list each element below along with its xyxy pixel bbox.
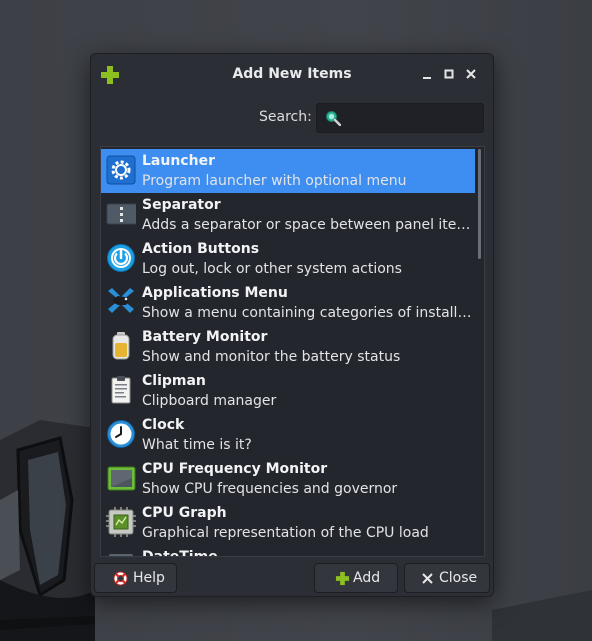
item-name: Action Buttons [142,241,260,257]
minimize-button[interactable] [420,67,434,81]
maximize-icon [444,69,454,79]
list-item-cpu-frequency-monitor[interactable]: CPU Frequency Monitor Show CPU frequenci… [101,457,475,501]
item-description: Program launcher with optional menu [142,173,407,189]
add-new-items-dialog: Add New Items Search: Launcher Program l… [90,53,494,597]
list-item-clock[interactable]: Clock What time is it? [101,413,475,457]
close-button-label: Close [439,570,478,586]
title-bar: Add New Items [91,54,493,94]
list-item-clipman[interactable]: Clipman Clipboard manager [101,369,475,413]
launcher-gear-icon [106,155,136,185]
item-name: Launcher [142,153,215,169]
item-name: Separator [142,197,221,213]
item-description: Adds a separator or space between panel … [142,217,472,233]
help-button-label: Help [133,570,165,586]
battery-icon [112,332,130,360]
separator-icon [106,203,136,225]
search-icon [326,111,341,126]
add-plus-icon [335,571,350,586]
list-item-applications-menu[interactable]: Applications Menu Show a menu containing… [101,281,475,325]
close-icon [466,69,476,79]
close-window-button[interactable] [464,67,478,81]
list-scrollbar[interactable] [478,149,481,259]
item-description: Show a menu containing categories of ins… [142,305,472,321]
cpu-frequency-icon [107,466,136,491]
item-description: Show CPU frequencies and governor [142,481,398,497]
item-description: What time is it? [142,437,252,453]
clock-icon [107,420,135,448]
list-item-cpu-graph[interactable]: CPU Graph Graphical representation of th… [101,501,475,545]
add-button[interactable]: Add [314,563,398,593]
add-button-label: Add [353,570,381,586]
search-input[interactable] [347,107,481,129]
item-description: Log out, lock or other system actions [142,261,402,277]
search-label: Search: [259,109,312,125]
datetime-icon [109,554,133,556]
applications-menu-icon [108,288,134,313]
list-item-launcher[interactable]: Launcher Program launcher with optional … [101,149,475,193]
item-name: Applications Menu [142,285,288,301]
item-name: Clock [142,417,185,433]
maximize-button[interactable] [442,67,456,81]
list-item-datetime[interactable]: DateTime [101,545,475,557]
item-description: Graphical representation of the CPU load [142,525,429,541]
power-icon [107,244,135,272]
help-lifebuoy-icon [113,571,128,586]
list-item-separator[interactable]: Separator Adds a separator or space betw… [101,193,475,237]
minimize-icon [423,77,431,79]
help-button[interactable]: Help [94,563,177,593]
search-field[interactable] [316,103,484,133]
list-item-battery-monitor[interactable]: Battery Monitor Show and monitor the bat… [101,325,475,369]
item-name: Clipman [142,373,206,389]
item-name: DateTime [142,549,218,557]
item-description: Clipboard manager [142,393,277,409]
cpu-graph-icon [106,507,136,537]
list-item-action-buttons[interactable]: Action Buttons Log out, lock or other sy… [101,237,475,281]
close-icon [422,573,433,584]
items-list[interactable]: Launcher Program launcher with optional … [100,146,485,557]
close-button[interactable]: Close [404,563,490,593]
clipboard-icon [111,376,131,404]
item-name: CPU Frequency Monitor [142,461,328,477]
item-name: CPU Graph [142,505,227,521]
item-description: Show and monitor the battery status [142,349,401,365]
item-name: Battery Monitor [142,329,268,345]
